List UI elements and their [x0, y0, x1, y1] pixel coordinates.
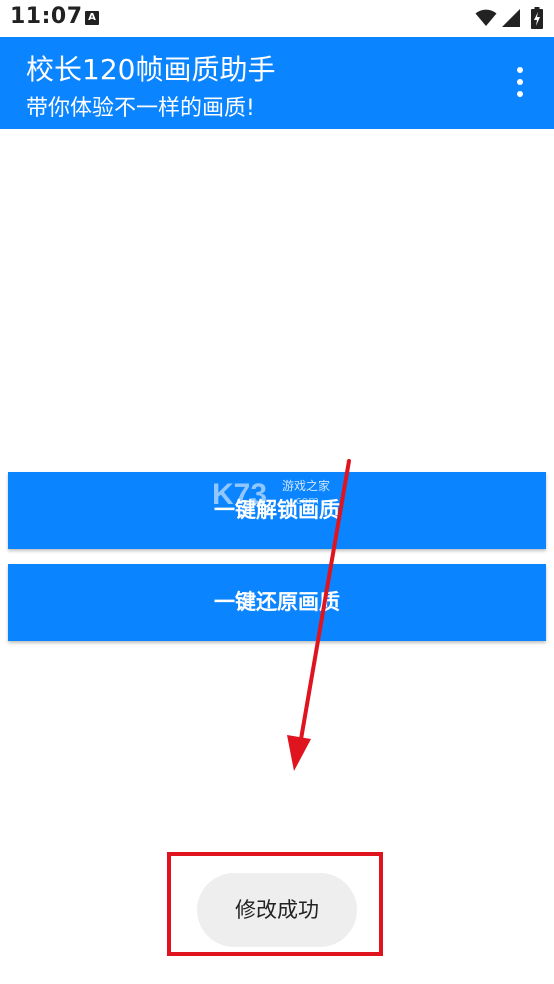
overflow-menu-icon[interactable]	[508, 65, 532, 99]
a-notification-icon: A	[85, 11, 99, 25]
unlock-quality-button[interactable]: 一键解锁画质	[8, 472, 546, 549]
cell-signal-icon	[502, 9, 520, 27]
battery-charging-icon	[531, 7, 543, 29]
status-bar: 11:07 A	[0, 0, 554, 37]
status-time: 11:07	[10, 4, 83, 29]
app-title: 校长120帧画质助手	[26, 53, 276, 86]
wifi-icon	[475, 9, 497, 26]
annotation-highlight-box	[167, 852, 383, 956]
app-bar: 校长120帧画质助手 带你体验不一样的画质!	[0, 37, 554, 129]
app-subtitle: 带你体验不一样的画质!	[26, 96, 255, 121]
restore-quality-button[interactable]: 一键还原画质	[8, 564, 546, 641]
phone-screen: 11:07 A 校长120帧画质助手 带你体验不一样的画质! 一键解锁画质 一键…	[0, 0, 554, 984]
